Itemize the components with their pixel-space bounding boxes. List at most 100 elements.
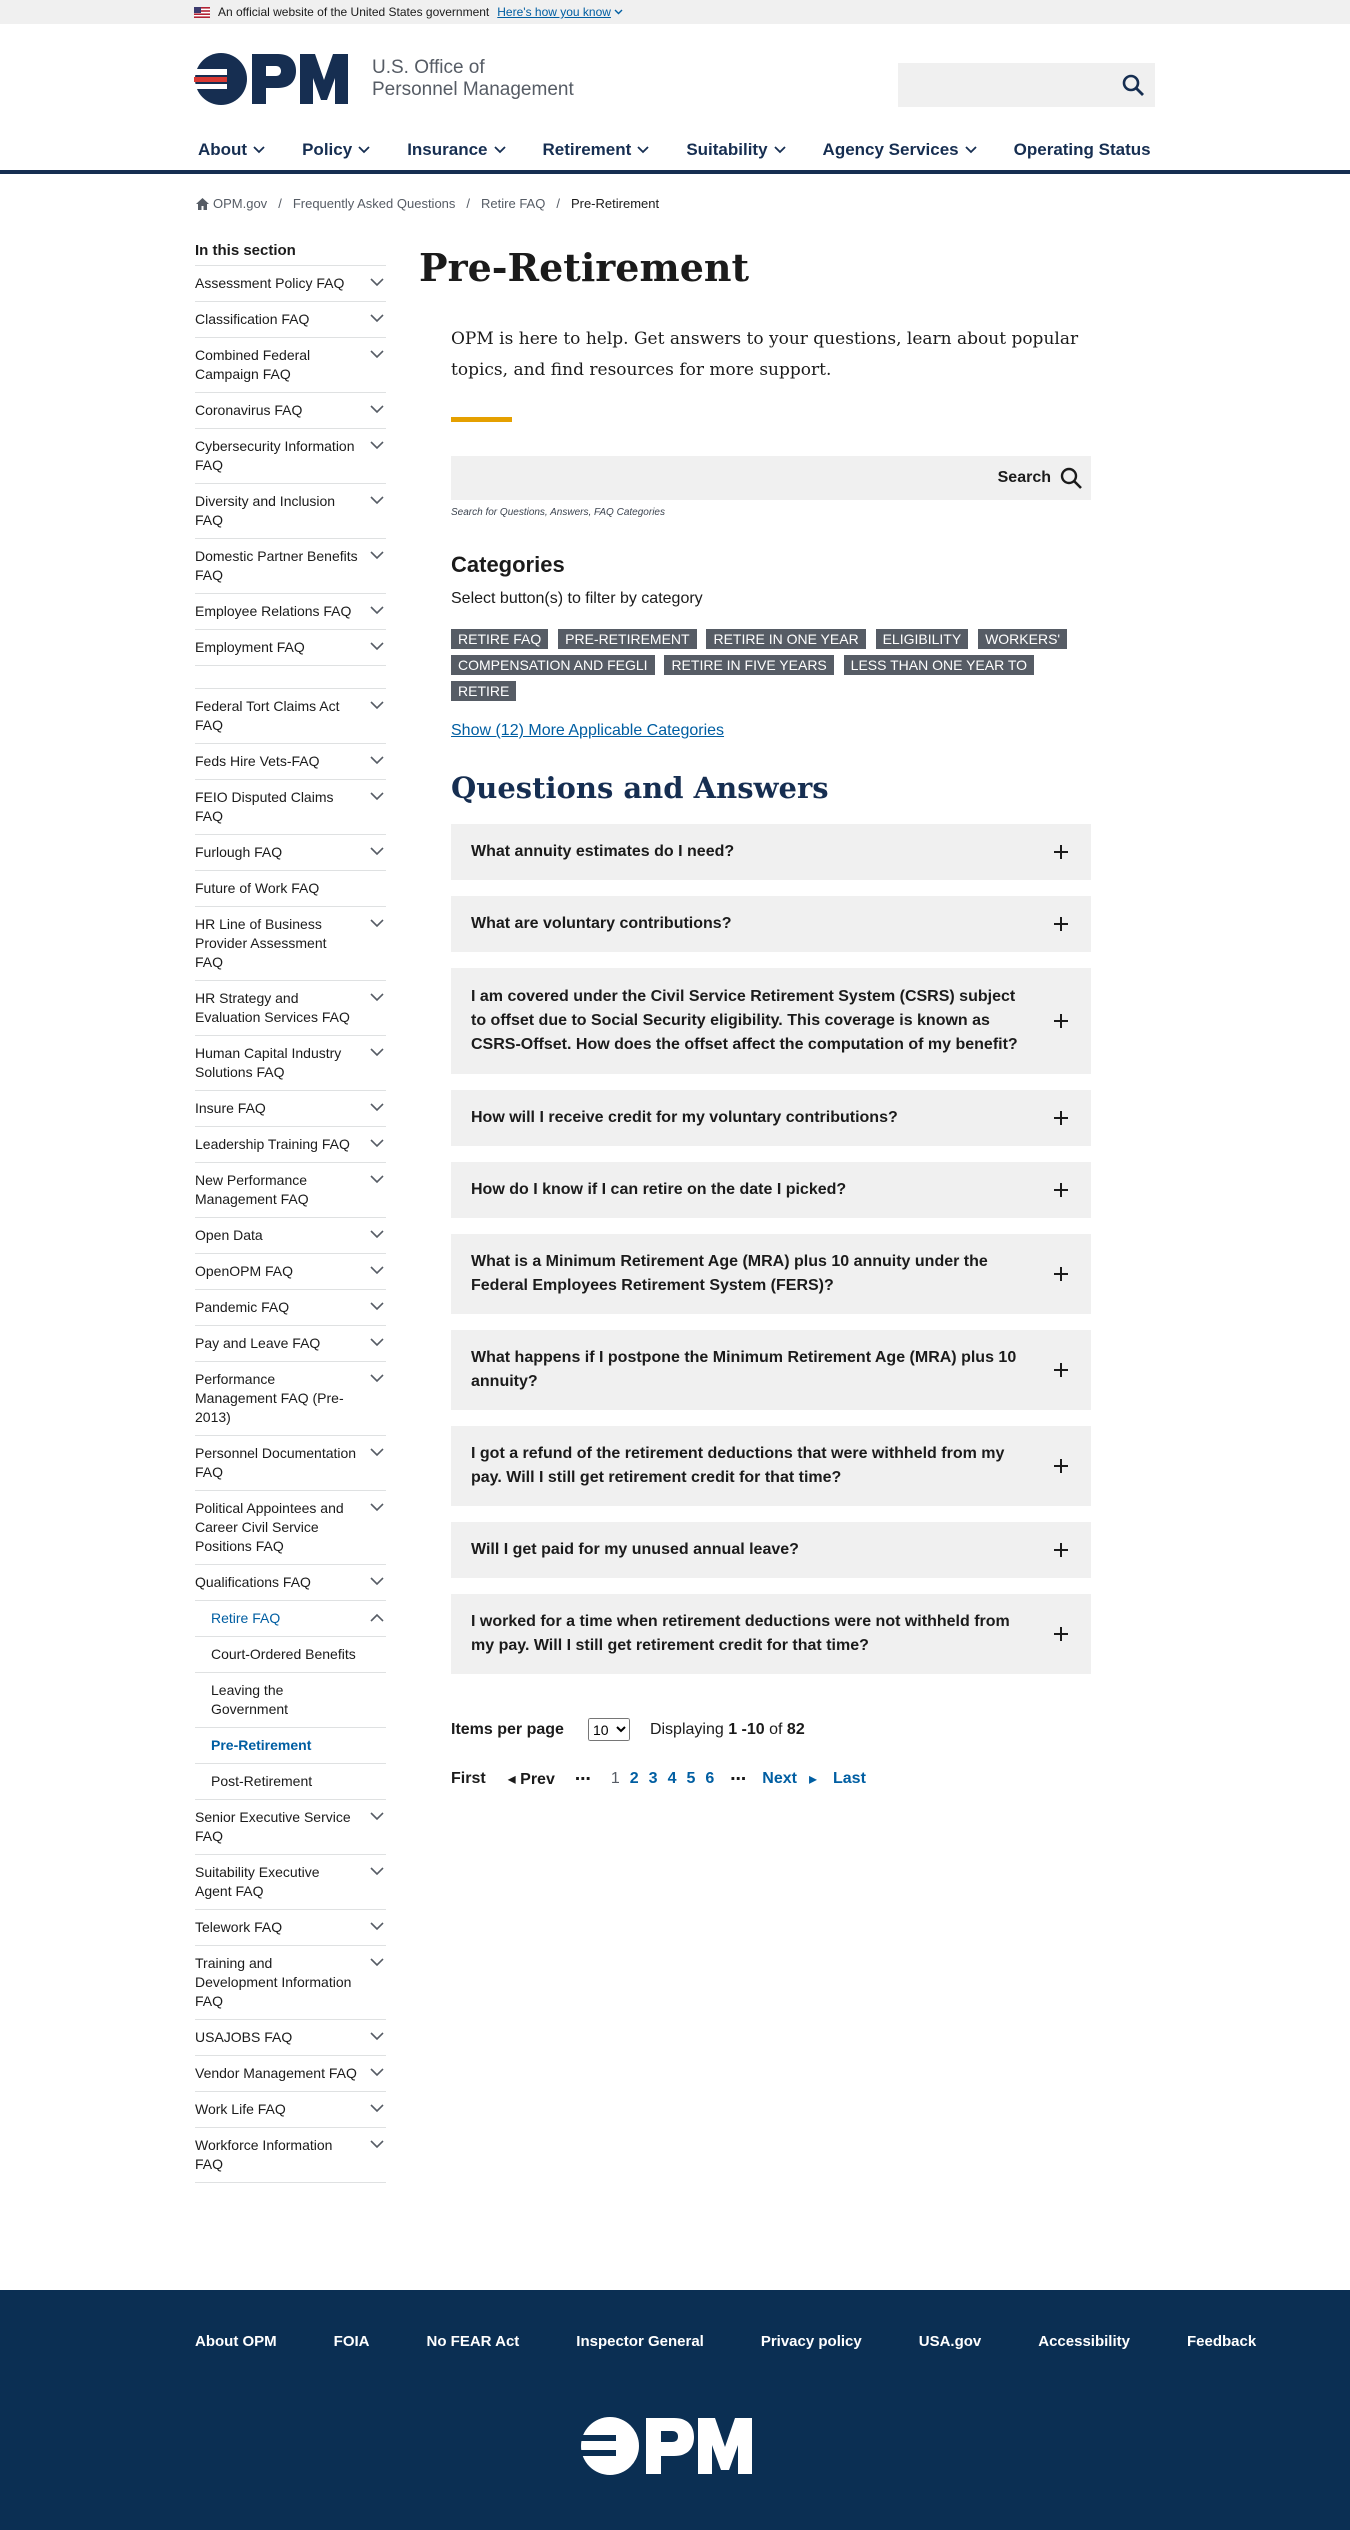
sidebar-item-vendor-management-faq[interactable]: Vendor Management FAQ xyxy=(195,2055,386,2091)
chevron-down-icon[interactable] xyxy=(370,405,384,414)
plus-icon[interactable] xyxy=(1053,916,1069,932)
chevron-down-icon[interactable] xyxy=(370,1175,384,1184)
chevron-down-icon[interactable] xyxy=(370,1922,384,1931)
sidebar-subitem-court-ordered-benefits[interactable]: Court-Ordered Benefits xyxy=(195,1636,386,1672)
chevron-down-icon[interactable] xyxy=(370,1577,384,1586)
sidebar-item-new-performance-management-faq[interactable]: New Performance Management FAQ xyxy=(195,1162,386,1217)
sidebar-item-telework-faq[interactable]: Telework FAQ xyxy=(195,1909,386,1945)
site-search-input[interactable] xyxy=(898,63,1155,107)
chevron-down-icon[interactable] xyxy=(370,2140,384,2149)
search-icon[interactable] xyxy=(1121,73,1145,97)
heres-how-you-know-link[interactable]: Here's how you know xyxy=(497,5,623,19)
sidebar-item-training-and-development-information-faq[interactable]: Training and Development Information FAQ xyxy=(195,1945,386,2019)
opm-logo[interactable]: U.S. Office of Personnel Management xyxy=(194,52,574,106)
faq-question-button[interactable]: Will I get paid for my unused annual lea… xyxy=(451,1522,1091,1578)
footer-link-privacy-policy[interactable]: Privacy policy xyxy=(761,2333,862,2350)
sidebar-item-hr-strategy-and-evaluation-services-faq[interactable]: HR Strategy and Evaluation Services FAQ xyxy=(195,980,386,1035)
sidebar-item-work-life-faq[interactable]: Work Life FAQ xyxy=(195,2091,386,2127)
page-4[interactable]: 4 xyxy=(668,1770,677,1788)
faq-question-button[interactable]: I worked for a time when retirement dedu… xyxy=(451,1594,1091,1674)
chevron-down-icon[interactable] xyxy=(370,2104,384,2113)
chevron-down-icon[interactable] xyxy=(370,1302,384,1311)
sidebar-subitem-post-retirement[interactable]: Post-Retirement xyxy=(195,1763,386,1799)
faq-search-input[interactable]: Search xyxy=(451,456,1091,500)
chevron-up-icon[interactable] xyxy=(370,1613,384,1622)
plus-icon[interactable] xyxy=(1053,1266,1069,1282)
chevron-down-icon[interactable] xyxy=(370,278,384,287)
sidebar-item-cybersecurity-information-faq[interactable]: Cybersecurity Information FAQ xyxy=(195,428,386,483)
chevron-down-icon[interactable] xyxy=(370,496,384,505)
plus-icon[interactable] xyxy=(1053,1362,1069,1378)
category-tag-retire-faq[interactable]: RETIRE FAQ xyxy=(451,629,549,649)
plus-icon[interactable] xyxy=(1053,1110,1069,1126)
faq-question-button[interactable]: How will I receive credit for my volunta… xyxy=(451,1090,1091,1146)
nav-suitability[interactable]: Suitability xyxy=(686,140,786,160)
nav-agency-services[interactable]: Agency Services xyxy=(823,140,977,160)
sidebar-item-political-appointees-and-career-civil-service-positions-faq[interactable]: Political Appointees and Career Civil Se… xyxy=(195,1490,386,1564)
faq-question-button[interactable]: What annuity estimates do I need? xyxy=(451,824,1091,880)
sidebar-item-coronavirus-faq[interactable]: Coronavirus FAQ xyxy=(195,392,386,428)
chevron-down-icon[interactable] xyxy=(370,1139,384,1148)
nav-retirement[interactable]: Retirement xyxy=(543,140,650,160)
chevron-down-icon[interactable] xyxy=(370,314,384,323)
category-tag-retire-in-one-year[interactable]: RETIRE IN ONE YEAR xyxy=(706,629,866,649)
sidebar-item-blank[interactable] xyxy=(195,665,386,688)
chevron-down-icon[interactable] xyxy=(370,2032,384,2041)
sidebar-item-diversity-and-inclusion-faq[interactable]: Diversity and Inclusion FAQ xyxy=(195,483,386,538)
sidebar-subitem-leaving-the-government[interactable]: Leaving the Government xyxy=(195,1672,386,1727)
chevron-down-icon[interactable] xyxy=(370,756,384,765)
sidebar-item-future-of-work-faq[interactable]: Future of Work FAQ xyxy=(195,870,386,906)
sidebar-item-human-capital-industry-solutions-faq[interactable]: Human Capital Industry Solutions FAQ xyxy=(195,1035,386,1090)
chevron-down-icon[interactable] xyxy=(370,993,384,1002)
chevron-down-icon[interactable] xyxy=(370,919,384,928)
chevron-down-icon[interactable] xyxy=(370,1338,384,1347)
sidebar-item-furlough-faq[interactable]: Furlough FAQ xyxy=(195,834,386,870)
page-next[interactable]: Next xyxy=(762,1770,797,1788)
show-more-categories-link[interactable]: Show (12) More Applicable Categories xyxy=(451,722,1091,740)
sidebar-item-employee-relations-faq[interactable]: Employee Relations FAQ xyxy=(195,593,386,629)
sidebar-item-domestic-partner-benefits-faq[interactable]: Domestic Partner Benefits FAQ xyxy=(195,538,386,593)
footer-link-no-fear-act[interactable]: No FEAR Act xyxy=(427,2333,520,2350)
footer-link-foia[interactable]: FOIA xyxy=(334,2333,370,2350)
faq-question-button[interactable]: I am covered under the Civil Service Ret… xyxy=(451,968,1091,1074)
chevron-down-icon[interactable] xyxy=(370,1812,384,1821)
chevron-down-icon[interactable] xyxy=(370,1266,384,1275)
items-per-page-select[interactable]: 10 xyxy=(587,1718,630,1741)
sidebar-item-pay-and-leave-faq[interactable]: Pay and Leave FAQ xyxy=(195,1325,386,1361)
sidebar-item-suitability-executive-agent-faq[interactable]: Suitability Executive Agent FAQ xyxy=(195,1854,386,1909)
sidebar-subitem-pre-retirement[interactable]: Pre-Retirement xyxy=(195,1727,386,1763)
chevron-down-icon[interactable] xyxy=(370,551,384,560)
search-icon[interactable] xyxy=(1059,466,1083,490)
page-6[interactable]: 6 xyxy=(705,1770,714,1788)
sidebar-item-feds-hire-vets-faq[interactable]: Feds Hire Vets-FAQ xyxy=(195,743,386,779)
faq-question-button[interactable]: What happens if I postpone the Minimum R… xyxy=(451,1330,1091,1410)
breadcrumb-faq[interactable]: Frequently Asked Questions xyxy=(293,196,456,211)
chevron-down-icon[interactable] xyxy=(370,2068,384,2077)
sidebar-item-workforce-information-faq[interactable]: Workforce Information FAQ xyxy=(195,2127,386,2182)
chevron-down-icon[interactable] xyxy=(370,1048,384,1057)
footer-opm-logo[interactable] xyxy=(580,2416,762,2476)
plus-icon[interactable] xyxy=(1053,1458,1069,1474)
page-3[interactable]: 3 xyxy=(649,1770,658,1788)
chevron-down-icon[interactable] xyxy=(370,701,384,710)
category-tag-pre-retirement[interactable]: PRE-RETIREMENT xyxy=(558,629,697,649)
footer-link-inspector-general[interactable]: Inspector General xyxy=(576,2333,704,2350)
sidebar-item-performance-management-faq-pre-2013[interactable]: Performance Management FAQ (Pre-2013) xyxy=(195,1361,386,1435)
plus-icon[interactable] xyxy=(1053,1182,1069,1198)
sidebar-item-usajobs-faq[interactable]: USAJOBS FAQ xyxy=(195,2019,386,2055)
chevron-down-icon[interactable] xyxy=(370,606,384,615)
sidebar-item-assessment-policy-faq[interactable]: Assessment Policy FAQ xyxy=(195,265,386,301)
chevron-down-icon[interactable] xyxy=(370,1867,384,1876)
footer-link-accessibility[interactable]: Accessibility xyxy=(1038,2333,1130,2350)
chevron-down-icon[interactable] xyxy=(370,642,384,651)
chevron-down-icon[interactable] xyxy=(370,1374,384,1383)
page-prev[interactable]: ◂ Prev xyxy=(508,1769,555,1789)
faq-question-button[interactable]: What is a Minimum Retirement Age (MRA) p… xyxy=(451,1234,1091,1314)
sidebar-item-federal-tort-claims-act-faq[interactable]: Federal Tort Claims Act FAQ xyxy=(195,688,386,743)
sidebar-item-leadership-training-faq[interactable]: Leadership Training FAQ xyxy=(195,1126,386,1162)
chevron-down-icon[interactable] xyxy=(370,1958,384,1967)
sidebar-item-senior-executive-service-faq[interactable]: Senior Executive Service FAQ xyxy=(195,1799,386,1854)
chevron-down-icon[interactable] xyxy=(370,1230,384,1239)
category-tag-retire-in-five-years[interactable]: RETIRE IN FIVE YEARS xyxy=(664,655,834,675)
page-last[interactable]: Last xyxy=(833,1770,866,1788)
